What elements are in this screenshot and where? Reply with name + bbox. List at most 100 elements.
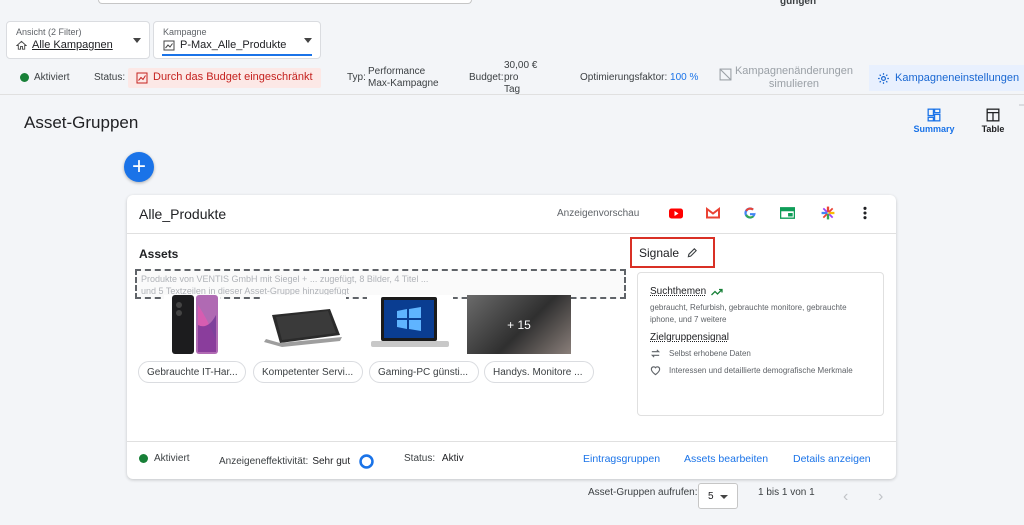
- type-value-line2: Max-Kampagne: [368, 78, 439, 89]
- top-right-text: gungen: [780, 0, 817, 7]
- budget-limited-text: Durch das Budget eingeschränkt: [153, 71, 313, 83]
- campaign-settings-label: Kampagneneinstellungen: [895, 72, 1020, 84]
- chevron-right-icon: ›: [878, 488, 884, 505]
- budget-limited-chip[interactable]: Durch das Budget eingeschränkt: [128, 68, 321, 88]
- pagination-range: 1 bis 1 von 1: [758, 487, 815, 498]
- signals-heading: Signale: [639, 245, 680, 260]
- gear-icon: [878, 72, 889, 84]
- view-selector[interactable]: Ansicht (2 Filter) Alle Kampagnen: [6, 21, 150, 59]
- trending-up-icon: [711, 288, 723, 295]
- home-icon: [16, 40, 27, 50]
- card-footer-divider: [127, 441, 896, 442]
- optimization-label: Optimierungsfaktor:: [580, 72, 668, 83]
- view-selector-value: Alle Kampagnen: [32, 39, 113, 51]
- edge-marker: [1019, 104, 1024, 106]
- type-label: Typ:: [347, 72, 366, 83]
- page-size-value: 5: [708, 491, 714, 502]
- search-themes-heading[interactable]: Suchthemen: [650, 286, 871, 297]
- view-details-link[interactable]: Details anzeigen: [793, 453, 871, 465]
- campaign-selector-label: Kampagne: [163, 27, 207, 37]
- chevron-down-icon: [133, 38, 141, 43]
- add-asset-group-button[interactable]: +: [124, 152, 154, 182]
- asset-group-state: Aktiviert: [139, 453, 190, 464]
- dashboard-icon: [927, 108, 941, 122]
- campaign-settings-button[interactable]: Kampagneneinstellungen: [869, 65, 1024, 91]
- pencil-icon[interactable]: [687, 247, 698, 258]
- optimization-value[interactable]: 100 %: [670, 72, 698, 83]
- signals-heading-highlight: Signale: [630, 237, 715, 268]
- phone-image[interactable]: [164, 295, 220, 354]
- page-title: Asset-Gruppen: [24, 113, 139, 132]
- chevron-left-icon: ‹: [843, 488, 849, 505]
- laptop-image[interactable]: [260, 295, 346, 354]
- page-size-select[interactable]: 5: [698, 483, 738, 509]
- headline-chip[interactable]: Handys. Monitore ...: [484, 361, 594, 383]
- discover-icon[interactable]: [821, 206, 835, 220]
- headline-chip[interactable]: Gebrauchte IT-Har...: [138, 361, 246, 383]
- headline-chip[interactable]: Gaming-PC günsti...: [369, 361, 479, 383]
- chevron-down-icon: [720, 495, 728, 499]
- windows-laptop-image[interactable]: [367, 295, 453, 354]
- active-dot-icon: [20, 73, 29, 82]
- ad-strength-ring-icon[interactable]: [358, 453, 375, 470]
- sync-arrows-icon: [650, 349, 661, 358]
- audience-signal-heading[interactable]: Zielgruppensignal: [650, 332, 871, 343]
- google-icon[interactable]: [743, 206, 757, 220]
- headline-chip[interactable]: Kompetenter Servi...: [253, 361, 363, 383]
- more-images-tile[interactable]: + 15: [467, 295, 571, 354]
- view-table-button[interactable]: Table: [969, 108, 1017, 134]
- campaign-selector[interactable]: Kampagne P-Max_Alle_Produkte: [153, 21, 321, 59]
- chart-icon: [163, 40, 175, 50]
- ad-strength: Anzeigeneffektivität: Sehr gut: [219, 453, 375, 470]
- display-icon[interactable]: [780, 207, 795, 219]
- assets-summary-line1: Produkte von VENTIS GmbH mit Siegel + ..…: [141, 274, 429, 284]
- campaign-state-text: Aktiviert: [34, 72, 70, 83]
- ad-preview-label: Anzeigenvorschau: [557, 208, 640, 219]
- header-divider: [0, 94, 1024, 95]
- youtube-icon[interactable]: [669, 208, 683, 219]
- active-dot-icon: [139, 454, 148, 463]
- card-header-divider: [127, 233, 896, 234]
- active-underline: [162, 54, 312, 56]
- asset-group-state-text: Aktiviert: [154, 453, 190, 464]
- signals-panel: Suchthemen gebraucht, Refurbish, gebrauc…: [637, 272, 884, 416]
- budget-value-line1: 30,00 €: [504, 60, 538, 71]
- budget-value-line2: pro: [504, 72, 519, 83]
- view-selector-label: Ansicht (2 Filter): [16, 27, 82, 37]
- search-input-remnant[interactable]: [98, 0, 472, 4]
- more-images-count: + 15: [507, 317, 531, 332]
- budget-value: 30,00 € pro Tag: [504, 60, 537, 96]
- more-vert-icon[interactable]: [862, 206, 868, 220]
- heart-icon: [650, 366, 661, 376]
- chevron-down-icon: [304, 38, 312, 43]
- audience-item-text: Selbst erhobene Daten: [669, 349, 751, 358]
- plus-icon: +: [131, 153, 146, 180]
- asset-group-card: Alle_Produkte Anzeigenvorschau Assets Pr…: [127, 195, 896, 479]
- previous-page-button[interactable]: ‹: [843, 488, 848, 506]
- simulate-line1: Kampagnenänderungen: [734, 65, 854, 77]
- simulate-changes-button[interactable]: Kampagnenänderungen simulieren: [719, 65, 869, 91]
- view-table-label: Table: [981, 124, 1005, 134]
- search-themes-text: gebraucht, Refurbish, gebrauchte monitor…: [650, 303, 847, 324]
- audience-item: Interessen und detaillierte demografisch…: [650, 365, 871, 377]
- optimization-score: Optimierungsfaktor: 100 %: [580, 72, 698, 83]
- budget-label: Budget:: [469, 72, 504, 83]
- asset-group-status-value: Aktiv: [441, 453, 464, 464]
- asset-group-title: Alle_Produkte: [139, 206, 227, 222]
- table-icon: [986, 108, 1000, 122]
- status-label: Status:: [94, 72, 126, 83]
- type-value: Performance Max-Kampagne: [368, 66, 439, 90]
- view-summary-label: Summary: [913, 124, 955, 134]
- audience-item-text: Interessen und detaillierte demografisch…: [669, 366, 853, 375]
- type-value-line1: Performance: [368, 66, 426, 77]
- listing-groups-link[interactable]: Eintragsgruppen: [583, 453, 660, 465]
- edit-assets-link[interactable]: Assets bearbeiten: [684, 453, 768, 465]
- view-summary-button[interactable]: Summary: [910, 108, 958, 134]
- ad-strength-value: Sehr gut: [312, 456, 351, 467]
- simulate-line2: simulieren: [768, 78, 820, 90]
- search-themes-label: Suchthemen: [650, 286, 707, 297]
- campaign-state: Aktiviert: [20, 72, 70, 83]
- asset-group-status: Status: Aktiv: [404, 453, 464, 464]
- next-page-button[interactable]: ›: [878, 488, 883, 506]
- gmail-icon[interactable]: [706, 207, 720, 219]
